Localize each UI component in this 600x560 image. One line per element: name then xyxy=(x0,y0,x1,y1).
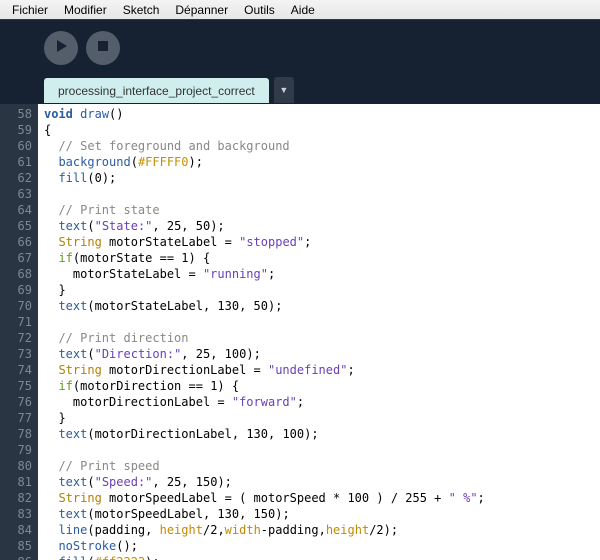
code-line[interactable]: if(motorDirection == 1) { xyxy=(44,378,600,394)
line-number: 78 xyxy=(2,426,32,442)
code-line[interactable] xyxy=(44,442,600,458)
line-number: 62 xyxy=(2,170,32,186)
menu-sketch[interactable]: Sketch xyxy=(115,1,168,19)
line-number: 77 xyxy=(2,410,32,426)
code-line[interactable]: } xyxy=(44,410,600,426)
code-line[interactable]: // Print state xyxy=(44,202,600,218)
code-line[interactable]: text(motorSpeedLabel, 130, 150); xyxy=(44,506,600,522)
tab-bar: processing_interface_project_correct ▼ xyxy=(0,75,600,103)
code-line[interactable]: fill(#ff2222); xyxy=(44,554,600,560)
line-number: 63 xyxy=(2,186,32,202)
tab-dropdown[interactable]: ▼ xyxy=(274,77,294,103)
code-line[interactable]: noStroke(); xyxy=(44,538,600,554)
code-line[interactable]: String motorStateLabel = "stopped"; xyxy=(44,234,600,250)
line-number: 68 xyxy=(2,266,32,282)
line-number: 69 xyxy=(2,282,32,298)
play-icon xyxy=(54,39,68,56)
code-line[interactable]: if(motorState == 1) { xyxy=(44,250,600,266)
code-line[interactable]: void draw() xyxy=(44,106,600,122)
line-number: 84 xyxy=(2,522,32,538)
line-number: 66 xyxy=(2,234,32,250)
menu-help[interactable]: Aide xyxy=(283,1,323,19)
tab-active[interactable]: processing_interface_project_correct xyxy=(44,78,269,103)
line-gutter: 5859606162636465666768697071727374757677… xyxy=(0,104,38,560)
chevron-down-icon: ▼ xyxy=(279,85,288,95)
menu-edit[interactable]: Modifier xyxy=(56,1,115,19)
code-line[interactable]: // Print direction xyxy=(44,330,600,346)
line-number: 82 xyxy=(2,490,32,506)
line-number: 70 xyxy=(2,298,32,314)
line-number: 59 xyxy=(2,122,32,138)
code-line[interactable] xyxy=(44,314,600,330)
stop-button[interactable] xyxy=(86,31,120,65)
line-number: 58 xyxy=(2,106,32,122)
line-number: 83 xyxy=(2,506,32,522)
code-line[interactable]: motorDirectionLabel = "forward"; xyxy=(44,394,600,410)
code-line[interactable]: // Set foreground and background xyxy=(44,138,600,154)
code-line[interactable]: text(motorDirectionLabel, 130, 100); xyxy=(44,426,600,442)
menu-bar: Fichier Modifier Sketch Dépanner Outils … xyxy=(0,0,600,20)
line-number: 64 xyxy=(2,202,32,218)
line-number: 75 xyxy=(2,378,32,394)
code-line[interactable]: text("Direction:", 25, 100); xyxy=(44,346,600,362)
line-number: 81 xyxy=(2,474,32,490)
line-number: 76 xyxy=(2,394,32,410)
code-line[interactable]: { xyxy=(44,122,600,138)
stop-icon xyxy=(96,39,110,56)
line-number: 74 xyxy=(2,362,32,378)
code-line[interactable]: fill(0); xyxy=(44,170,600,186)
code-line[interactable]: motorStateLabel = "running"; xyxy=(44,266,600,282)
code-line[interactable]: text("State:", 25, 50); xyxy=(44,218,600,234)
code-line[interactable] xyxy=(44,186,600,202)
line-number: 65 xyxy=(2,218,32,234)
line-number: 72 xyxy=(2,330,32,346)
code-line[interactable]: // Print speed xyxy=(44,458,600,474)
code-line[interactable]: line(padding, height/2,width-padding,hei… xyxy=(44,522,600,538)
line-number: 61 xyxy=(2,154,32,170)
line-number: 85 xyxy=(2,538,32,554)
menu-debug[interactable]: Dépanner xyxy=(167,1,236,19)
toolbar xyxy=(0,20,600,75)
line-number: 79 xyxy=(2,442,32,458)
menu-file[interactable]: Fichier xyxy=(4,1,56,19)
run-button[interactable] xyxy=(44,31,78,65)
code-line[interactable]: String motorSpeedLabel = ( motorSpeed * … xyxy=(44,490,600,506)
line-number: 60 xyxy=(2,138,32,154)
code-line[interactable]: String motorDirectionLabel = "undefined"… xyxy=(44,362,600,378)
line-number: 80 xyxy=(2,458,32,474)
line-number: 71 xyxy=(2,314,32,330)
code-line[interactable]: text("Speed:", 25, 150); xyxy=(44,474,600,490)
code-line[interactable]: } xyxy=(44,282,600,298)
line-number: 73 xyxy=(2,346,32,362)
line-number: 67 xyxy=(2,250,32,266)
code-line[interactable]: background(#FFFFF0); xyxy=(44,154,600,170)
code-area[interactable]: void draw(){ // Set foreground and backg… xyxy=(38,104,600,560)
code-line[interactable]: text(motorStateLabel, 130, 50); xyxy=(44,298,600,314)
menu-tools[interactable]: Outils xyxy=(236,1,283,19)
line-number: 86 xyxy=(2,554,32,560)
code-editor[interactable]: 5859606162636465666768697071727374757677… xyxy=(0,103,600,560)
